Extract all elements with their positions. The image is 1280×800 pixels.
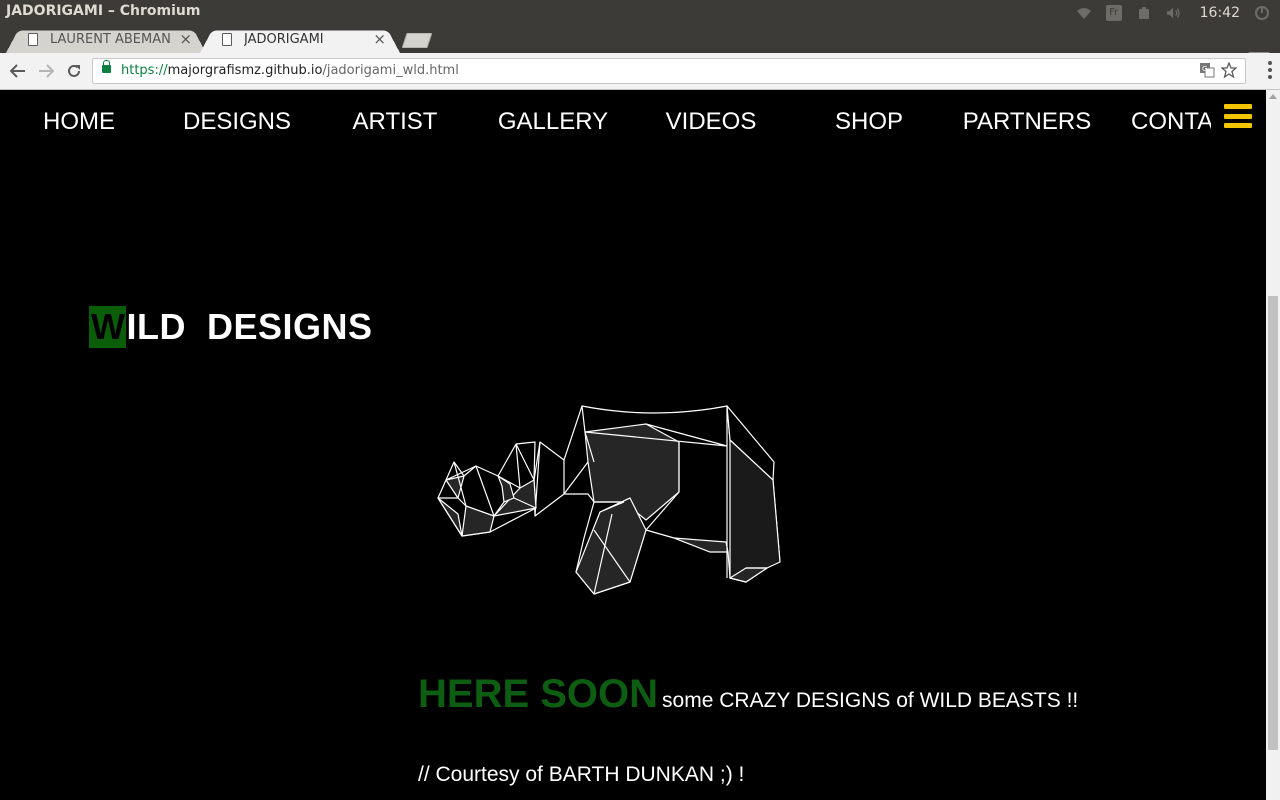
nav-artist[interactable]: ARTIST: [316, 108, 474, 136]
nav-gallery[interactable]: GALLERY: [474, 108, 632, 136]
title-first-letter: W: [89, 306, 127, 348]
page-icon: [222, 33, 232, 46]
new-tab-button[interactable]: [402, 33, 432, 48]
url-text[interactable]: https://majorgrafismz.github.io/jadoriga…: [121, 63, 459, 78]
hamburger-menu-icon[interactable]: [1224, 104, 1252, 128]
origami-rhino-illustration: [437, 405, 781, 595]
scroll-up-arrow-icon[interactable]: [1269, 94, 1277, 99]
keyboard-layout-icon[interactable]: Fr: [1105, 4, 1122, 21]
svg-text:G: G: [1202, 65, 1207, 73]
system-settings-icon[interactable]: [1254, 5, 1270, 21]
page-scrollbar[interactable]: [1266, 90, 1280, 800]
nav-shop[interactable]: SHOP: [790, 108, 948, 136]
tab-label: LAURENT ABEMAN: [50, 32, 171, 47]
back-icon[interactable]: [7, 60, 29, 82]
browser-menu-icon[interactable]: [1268, 61, 1272, 79]
close-icon[interactable]: ×: [373, 30, 386, 48]
browser-toolbar: https://majorgrafismz.github.io/jadoriga…: [0, 53, 1280, 90]
nav-partners[interactable]: PARTNERS: [948, 108, 1106, 136]
translate-icon[interactable]: G: [1199, 62, 1215, 82]
title-rest: ILD DESIGNS: [126, 306, 373, 347]
page-title: WILD DESIGNS: [89, 306, 373, 348]
coming-soon-text: some CRAZY DESIGNS of WILD BEASTS !!: [662, 689, 1079, 712]
bookmark-star-icon[interactable]: [1220, 61, 1238, 82]
lock-icon[interactable]: [102, 60, 111, 73]
courtesy-text: // Courtesy of BARTH DUNKAN ;) !: [418, 763, 745, 786]
keyboard-layout-label: Fr: [1109, 7, 1119, 18]
address-bar[interactable]: https://majorgrafismz.github.io/jadoriga…: [92, 58, 1246, 84]
window-title: JADORIGAMI – Chromium: [6, 3, 201, 19]
scroll-thumb[interactable]: [1268, 296, 1278, 750]
volume-icon[interactable]: [1166, 5, 1182, 21]
os-title-bar: JADORIGAMI – Chromium Fr 16:42: [0, 0, 1280, 25]
nav-designs[interactable]: DESIGNS: [158, 108, 316, 136]
close-icon[interactable]: ×: [179, 30, 192, 48]
nav-contact[interactable]: CONTA: [1131, 108, 1211, 136]
page-viewport: HOME DESIGNS ARTIST GALLERY VIDEOS SHOP …: [0, 90, 1266, 800]
tab-label: JADORIGAMI: [244, 32, 324, 47]
tab-strip: LAURENT ABEMAN × JADORIGAMI ×: [0, 25, 1280, 68]
coming-soon-message: HERE SOON some CRAZY DESIGNS of WILD BEAS…: [418, 672, 1078, 717]
nav-videos[interactable]: VIDEOS: [632, 108, 790, 136]
page-icon: [28, 33, 38, 46]
here-soon-heading: HERE SOON: [418, 672, 659, 716]
reload-icon[interactable]: [63, 60, 85, 82]
url-host: majorgrafismz.github.io: [167, 63, 323, 78]
site-nav: HOME DESIGNS ARTIST GALLERY VIDEOS SHOP …: [0, 90, 1266, 154]
system-tray: Fr 16:42: [1076, 0, 1280, 25]
tab-laurent-abeman[interactable]: LAURENT ABEMAN ×: [6, 27, 206, 53]
url-path: /jadorigami_wld.html: [322, 63, 459, 78]
nav-home[interactable]: HOME: [0, 108, 158, 136]
tab-jadorigami[interactable]: JADORIGAMI ×: [200, 27, 400, 53]
wifi-icon[interactable]: [1076, 5, 1092, 21]
url-scheme: https://: [121, 63, 168, 78]
forward-icon[interactable]: [35, 60, 57, 82]
clock[interactable]: 16:42: [1200, 5, 1240, 21]
battery-icon[interactable]: [1136, 5, 1152, 21]
